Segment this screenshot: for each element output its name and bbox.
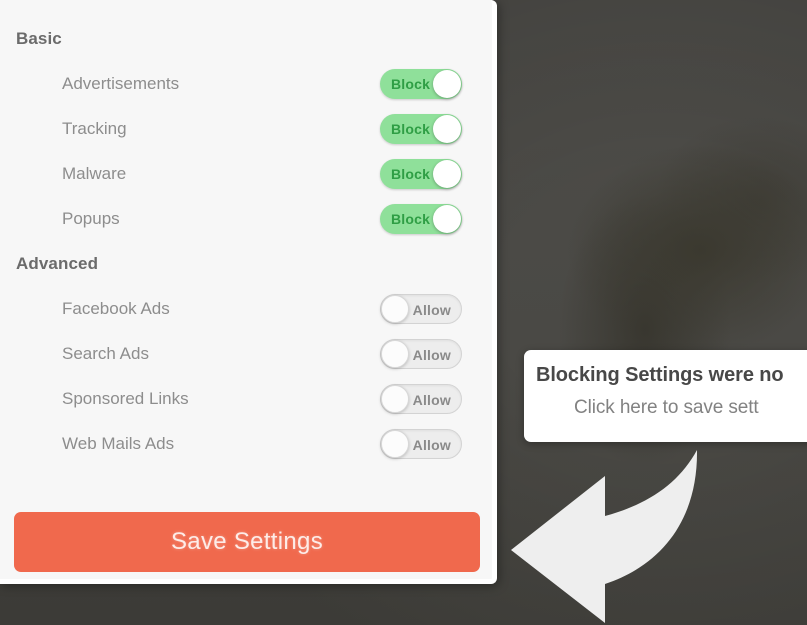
section-header-basic: Basic <box>16 29 62 48</box>
toggle-label-popups: Block <box>391 211 431 227</box>
toggle-web-mails-ads[interactable]: Allow <box>380 429 462 459</box>
setting-row-sponsored-links[interactable]: Sponsored Links Allow <box>0 382 470 416</box>
toggle-knob <box>381 430 409 458</box>
toggle-knob <box>433 160 461 188</box>
toggle-sponsored-links[interactable]: Allow <box>380 384 462 414</box>
panel-content: Basic Advertisements Block Tracking Bloc… <box>0 0 492 579</box>
setting-row-search-ads[interactable]: Search Ads Allow <box>0 337 470 371</box>
save-reminder-tooltip: Blocking Settings were no Click here to … <box>524 350 807 442</box>
save-settings-button[interactable]: Save Settings <box>14 512 480 572</box>
toggle-search-ads[interactable]: Allow <box>380 339 462 369</box>
toggle-label-malware: Block <box>391 166 431 182</box>
setting-label-popups: Popups <box>62 209 120 228</box>
section-header-advanced: Advanced <box>16 254 99 273</box>
toggle-knob <box>433 205 461 233</box>
tooltip-title: Blocking Settings were no <box>536 364 784 386</box>
setting-label-facebook-ads: Facebook Ads <box>62 299 170 318</box>
setting-row-advertisements[interactable]: Advertisements Block <box>0 67 470 101</box>
setting-label-sponsored-links: Sponsored Links <box>62 389 189 408</box>
setting-row-malware[interactable]: Malware Block <box>0 157 470 191</box>
toggle-knob <box>381 385 409 413</box>
toggle-label-sponsored-links: Allow <box>412 392 451 408</box>
setting-row-tracking[interactable]: Tracking Block <box>0 112 470 146</box>
screenshot-root: Basic Advertisements Block Tracking Bloc… <box>0 0 807 625</box>
toggle-label-facebook-ads: Allow <box>412 302 451 318</box>
toggle-tracking[interactable]: Block <box>380 114 462 144</box>
toggle-malware[interactable]: Block <box>380 159 462 189</box>
setting-label-advertisements: Advertisements <box>62 74 180 93</box>
toggle-facebook-ads[interactable]: Allow <box>380 294 462 324</box>
setting-label-search-ads: Search Ads <box>62 344 149 363</box>
setting-label-malware: Malware <box>62 164 127 183</box>
curved-left-arrow-icon <box>497 438 727 625</box>
toggle-label-tracking: Block <box>391 121 431 137</box>
toggle-label-search-ads: Allow <box>412 347 451 363</box>
setting-label-web-mails-ads: Web Mails Ads <box>62 434 175 453</box>
setting-row-popups[interactable]: Popups Block <box>0 202 470 236</box>
toggle-advertisements[interactable]: Block <box>380 69 462 99</box>
toggle-label-advertisements: Block <box>391 76 431 92</box>
setting-label-tracking: Tracking <box>62 119 127 138</box>
toggle-popups[interactable]: Block <box>380 204 462 234</box>
setting-row-web-mails-ads[interactable]: Web Mails Ads Allow <box>0 427 470 461</box>
tooltip-subtitle: Click here to save sett <box>574 397 759 418</box>
toggle-knob <box>381 295 409 323</box>
toggle-knob <box>381 340 409 368</box>
blocking-settings-panel: Basic Advertisements Block Tracking Bloc… <box>0 0 497 584</box>
toggle-knob <box>433 70 461 98</box>
setting-row-facebook-ads[interactable]: Facebook Ads Allow <box>0 292 470 326</box>
toggle-knob <box>433 115 461 143</box>
toggle-label-web-mails-ads: Allow <box>412 437 451 453</box>
